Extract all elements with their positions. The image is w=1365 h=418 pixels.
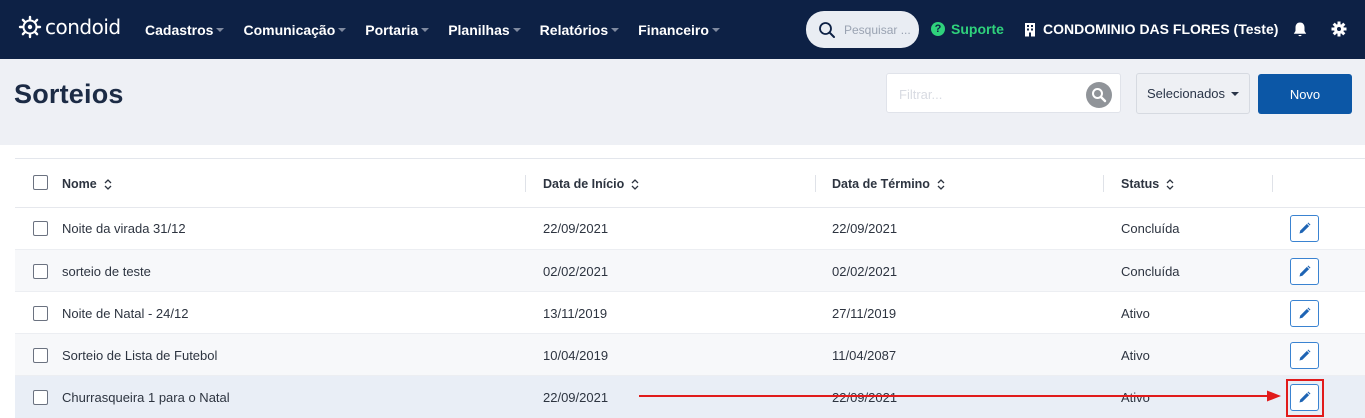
annotation-highlight-box [1286, 379, 1324, 417]
edit-button[interactable] [1290, 215, 1319, 242]
column-header-status[interactable]: Status [1121, 177, 1174, 191]
menu-label: Planilhas [448, 21, 510, 38]
cell-data-termino: 02/02/2021 [832, 264, 898, 279]
top-navbar: condoid Cadastros Comunicação Portaria P… [0, 0, 1365, 59]
cell-nome: sorteio de teste [62, 264, 151, 279]
menu-relatorios[interactable]: Relatórios [539, 21, 620, 38]
menu-cadastros[interactable]: Cadastros [145, 21, 225, 38]
condominium-selector[interactable]: CONDOMINIO DAS FLORES (Teste) [1024, 21, 1278, 37]
row-checkbox[interactable] [33, 306, 48, 321]
menu-portaria[interactable]: Portaria [365, 21, 430, 38]
sort-icon [631, 178, 639, 190]
annotation-arrow [639, 390, 1281, 402]
cell-data-termino: 22/09/2021 [832, 221, 898, 236]
cell-data-inicio: 10/04/2019 [543, 348, 609, 363]
filter-box [886, 73, 1121, 113]
caret-down-icon [611, 28, 620, 32]
menu-comunicacao[interactable]: Comunicação [243, 21, 347, 38]
row-checkbox[interactable] [33, 264, 48, 279]
menu-label: Portaria [365, 21, 419, 38]
logo[interactable]: condoid [18, 15, 121, 39]
edit-button[interactable] [1290, 342, 1319, 369]
table-row: Sorteio de Lista de Futebol 10/04/2019 1… [15, 334, 1365, 376]
filter-input[interactable] [899, 84, 1079, 104]
column-label: Status [1121, 177, 1160, 191]
caret-down-icon [512, 28, 521, 32]
caret-down-icon [421, 28, 430, 32]
table-row: Noite da virada 31/12 22/09/2021 22/09/2… [15, 208, 1365, 250]
select-all-checkbox[interactable] [33, 175, 48, 190]
support-label: Suporte [951, 21, 1004, 37]
menu-label: Comunicação [243, 21, 336, 38]
sort-icon [937, 178, 945, 190]
cell-data-inicio: 22/09/2021 [543, 390, 609, 405]
pencil-icon [1299, 265, 1311, 277]
column-divider [815, 175, 816, 192]
column-divider [1272, 175, 1273, 192]
column-header-data-termino[interactable]: Data de Término [832, 177, 945, 191]
column-divider [525, 175, 526, 192]
pencil-icon [1299, 349, 1311, 361]
page-title: Sorteios [14, 79, 124, 109]
cell-data-termino: 11/04/2087 [832, 348, 897, 363]
novo-button[interactable]: Novo [1258, 74, 1352, 114]
column-header-nome[interactable]: Nome [62, 177, 112, 191]
edit-button[interactable] [1290, 258, 1319, 285]
column-divider [1103, 175, 1104, 192]
cell-status: Concluída [1121, 221, 1180, 236]
support-link[interactable]: ? Suporte [931, 21, 1004, 37]
condominium-label: CONDOMINIO DAS FLORES (Teste) [1043, 21, 1279, 37]
cell-status: Ativo [1121, 306, 1150, 321]
bell-icon[interactable] [1292, 21, 1308, 38]
main-menu: Cadastros Comunicação Portaria Planilhas… [145, 0, 739, 59]
cell-data-inicio: 13/11/2019 [543, 306, 608, 321]
menu-label: Relatórios [539, 21, 609, 38]
pencil-icon [1299, 307, 1311, 319]
pencil-icon [1299, 222, 1311, 234]
building-icon [1025, 22, 1035, 36]
filter-search-button[interactable] [1086, 82, 1112, 108]
help-icon: ? [931, 22, 945, 36]
cell-nome: Noite da virada 31/12 [62, 221, 186, 236]
sort-icon [104, 178, 112, 190]
selecionados-label: Selecionados [1146, 86, 1226, 101]
menu-planilhas[interactable]: Planilhas [448, 21, 521, 38]
global-search[interactable]: Pesquisar ... [806, 11, 919, 48]
caret-down-icon [338, 28, 347, 32]
row-checkbox[interactable] [33, 221, 48, 236]
cell-data-inicio: 02/02/2021 [543, 264, 609, 279]
table-row: sorteio de teste 02/02/2021 02/02/2021 C… [15, 250, 1365, 292]
menu-label: Cadastros [145, 21, 214, 38]
cell-nome: Churrasqueira 1 para o Natal [62, 390, 230, 405]
caret-down-icon [1231, 91, 1240, 96]
column-label: Data de Início [543, 177, 625, 191]
logo-gear-icon [18, 15, 42, 39]
cell-nome: Noite de Natal - 24/12 [62, 306, 189, 321]
search-placeholder: Pesquisar ... [844, 22, 911, 37]
table-header: Nome Data de Início Data de Término Stat… [15, 159, 1365, 208]
cell-data-termino: 27/11/2019 [832, 306, 897, 321]
logo-text: condoid [45, 15, 121, 39]
column-label: Nome [62, 177, 97, 191]
column-label: Data de Término [832, 177, 930, 191]
sort-icon [1166, 178, 1174, 190]
table-row: Noite de Natal - 24/12 13/11/2019 27/11/… [15, 292, 1365, 334]
search-icon [819, 21, 835, 38]
cell-data-inicio: 22/09/2021 [543, 221, 609, 236]
search-icon [1092, 88, 1107, 103]
caret-down-icon [216, 28, 225, 32]
edit-button[interactable] [1290, 300, 1319, 327]
cell-nome: Sorteio de Lista de Futebol [62, 348, 218, 363]
selecionados-dropdown[interactable]: Selecionados [1136, 73, 1250, 114]
menu-label: Financeiro [638, 21, 709, 38]
cell-status: Ativo [1121, 348, 1150, 363]
column-header-data-inicio[interactable]: Data de Início [543, 177, 639, 191]
cell-status: Concluída [1121, 264, 1180, 279]
gear-icon[interactable] [1331, 21, 1347, 37]
caret-down-icon [711, 28, 720, 32]
menu-financeiro[interactable]: Financeiro [638, 22, 720, 38]
row-checkbox[interactable] [33, 390, 48, 405]
row-checkbox[interactable] [33, 348, 48, 363]
